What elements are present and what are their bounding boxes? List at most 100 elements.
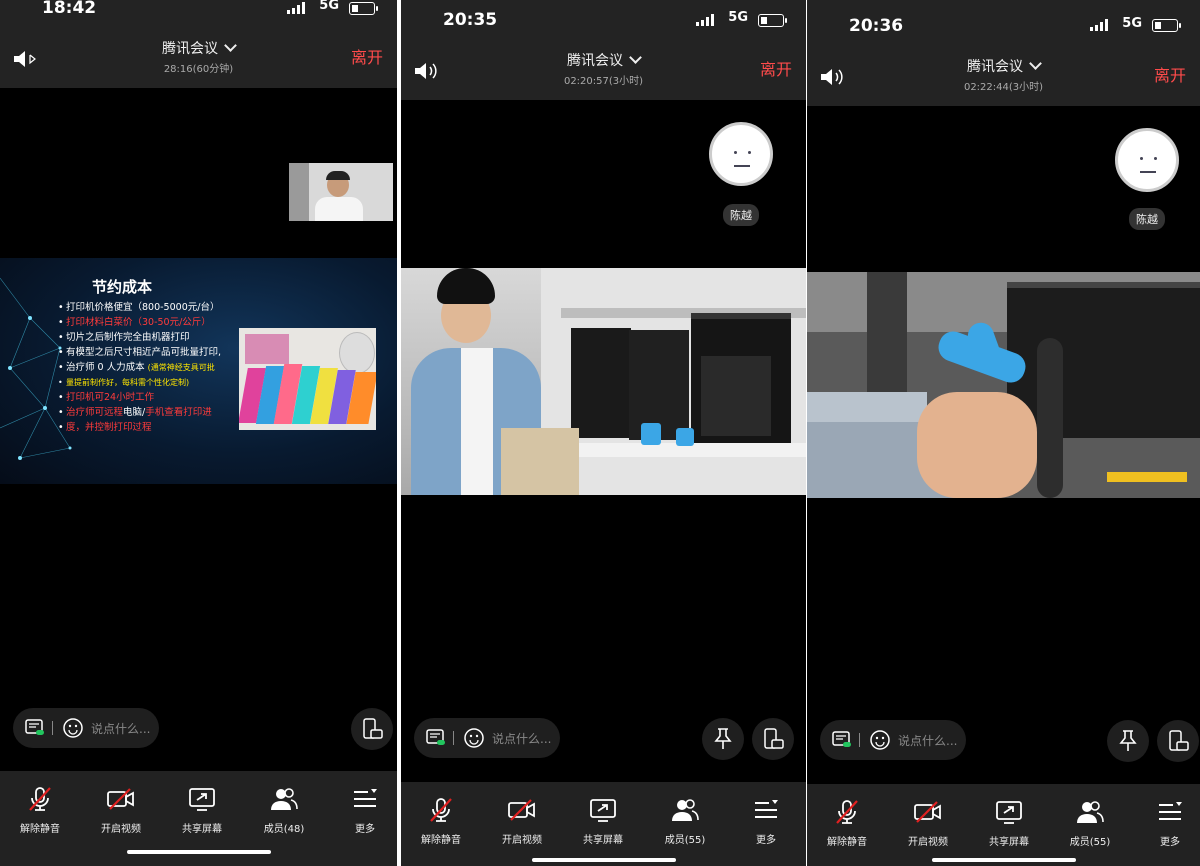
unmute-label: 解除静音 <box>421 835 461 846</box>
meeting-title[interactable]: 腾讯会议 <box>807 56 1200 76</box>
meeting-header: 腾讯会议 02:20:57(3小时) 离开 <box>401 44 806 100</box>
slide-bullet-continued: 度，并控制打印过程 <box>58 420 238 435</box>
more-icon <box>755 800 778 818</box>
danmaku-icon[interactable] <box>832 731 852 749</box>
home-indicator <box>126 850 271 854</box>
chevron-down-icon <box>1029 57 1042 70</box>
share-screen-button[interactable]: 共享屏幕 <box>167 771 237 836</box>
battery-icon <box>349 2 378 15</box>
slide-bullet-continued: 量提前制作好，每科需个性化定制) <box>58 375 238 390</box>
danmaku-icon[interactable] <box>25 719 45 737</box>
camera-off-icon <box>107 788 134 810</box>
chat-input-bar[interactable]: 说点什么... <box>13 708 159 748</box>
main-video-feed[interactable] <box>807 272 1200 498</box>
start-video-label: 开启视频 <box>908 837 948 848</box>
rotate-screen-icon <box>363 718 383 739</box>
emoji-icon[interactable] <box>463 727 485 749</box>
danmaku-icon[interactable] <box>426 729 446 747</box>
chat-input-bar[interactable]: 说点什么... <box>820 720 966 760</box>
unmute-button[interactable]: 解除静音 <box>812 784 882 849</box>
slide-title: 节约成本 <box>92 278 153 296</box>
clock: 20:35 <box>443 10 498 30</box>
phone-screen-1: 18:42 5G 腾讯会议 28:16(60分钟) 离开 廖鹏 节约成本 打印机… <box>0 0 397 866</box>
clock: 20:36 <box>849 16 904 36</box>
battery-icon <box>758 14 787 27</box>
chat-placeholder: 说点什么... <box>898 734 958 748</box>
slide-bullet: 打印机价格便宜（800-5000元/台） <box>58 300 238 315</box>
meeting-title[interactable]: 腾讯会议 <box>0 38 397 58</box>
unmute-button[interactable]: 解除静音 <box>406 782 476 847</box>
participant-avatar[interactable] <box>1115 128 1179 192</box>
more-label: 更多 <box>1160 837 1180 848</box>
unmute-label: 解除静音 <box>827 837 867 848</box>
meeting-duration: 02:20:57(3小时) <box>563 76 644 87</box>
more-button[interactable]: 更多 <box>330 771 397 836</box>
emoji-icon[interactable] <box>869 729 891 751</box>
participant-name-tag: 陈越 <box>723 204 759 226</box>
participant-avatar[interactable] <box>709 122 773 186</box>
camera-off-icon <box>508 799 535 821</box>
chat-placeholder: 说点什么... <box>492 732 552 746</box>
home-indicator <box>531 858 676 862</box>
bottom-toolbar: 解除静音 开启视频 共享屏幕 成员(55) 更多 <box>807 784 1200 866</box>
rotate-screen-button[interactable] <box>351 708 393 750</box>
members-icon <box>672 799 699 821</box>
meeting-header: 腾讯会议 02:22:44(3小时) 离开 <box>807 50 1200 106</box>
share-screen-button[interactable]: 共享屏幕 <box>974 784 1044 849</box>
home-indicator <box>931 858 1076 862</box>
signal-icon <box>1090 19 1112 31</box>
members-icon <box>1077 801 1104 823</box>
network-type: 5G <box>319 0 339 13</box>
more-label: 更多 <box>355 824 375 835</box>
bottom-toolbar: 解除静音 开启视频 共享屏幕 成员(48) 更多 <box>0 771 397 866</box>
bottom-toolbar: 解除静音 开启视频 共享屏幕 成员(55) 更多 <box>401 782 806 866</box>
members-label: 成员(55) <box>664 835 706 846</box>
camera-off-icon <box>914 801 941 823</box>
leave-button[interactable]: 离开 <box>1154 62 1186 86</box>
more-button[interactable]: 更多 <box>1135 784 1200 849</box>
start-video-button[interactable]: 开启视频 <box>487 782 557 847</box>
main-video-feed[interactable] <box>401 268 806 495</box>
members-icon <box>271 788 298 810</box>
slide-bullet: 打印机可24小时工作 <box>58 390 238 405</box>
pin-button[interactable] <box>702 718 744 760</box>
phone-screen-2: 20:35 5G 腾讯会议 02:20:57(3小时) 离开 陈越 说点什么..… <box>401 0 806 866</box>
meeting-title[interactable]: 腾讯会议 <box>401 50 806 70</box>
leave-button[interactable]: 离开 <box>351 44 383 68</box>
rotate-screen-icon <box>764 728 784 749</box>
rotate-screen-button[interactable] <box>1157 720 1199 762</box>
clock: 18:42 <box>42 0 97 18</box>
slide-bullet: 切片之后制作完全由机器打印 <box>58 330 238 345</box>
shared-slide: 节约成本 打印机价格便宜（800-5000元/台） 打印材料白菜价（30-50元… <box>0 258 397 484</box>
leave-button[interactable]: 离开 <box>760 56 792 80</box>
meeting-duration: 02:22:44(3小时) <box>963 82 1044 93</box>
more-icon <box>1159 802 1182 820</box>
slide-bullet: 打印材料白菜价（30-50元/公斤） <box>58 315 238 330</box>
members-label: 成员(48) <box>263 824 305 835</box>
members-button[interactable]: 成员(48) <box>249 771 319 836</box>
slide-bullet-continued: 治疗师 0 人力成本 (通常神经支具可批 <box>58 360 238 375</box>
members-button[interactable]: 成员(55) <box>1055 784 1125 849</box>
chat-placeholder: 说点什么... <box>91 722 151 736</box>
meeting-duration: 28:16(60分钟) <box>163 64 234 75</box>
participant-name-tag: 陈越 <box>1129 208 1165 230</box>
signal-icon <box>287 2 309 14</box>
network-type: 5G <box>1122 16 1142 31</box>
emoji-icon[interactable] <box>62 717 84 739</box>
more-button[interactable]: 更多 <box>731 782 801 847</box>
start-video-button[interactable]: 开启视频 <box>893 784 963 849</box>
status-bar: 18:42 5G <box>0 0 397 32</box>
members-button[interactable]: 成员(55) <box>650 782 720 847</box>
share-screen-button[interactable]: 共享屏幕 <box>568 782 638 847</box>
share-screen-label: 共享屏幕 <box>583 835 623 846</box>
pin-button[interactable] <box>1107 720 1149 762</box>
unmute-button[interactable]: 解除静音 <box>5 771 75 836</box>
more-label: 更多 <box>756 835 776 846</box>
start-video-button[interactable]: 开启视频 <box>86 771 156 836</box>
speaker-thumbnail-video[interactable] <box>289 163 393 221</box>
chat-input-bar[interactable]: 说点什么... <box>414 718 560 758</box>
more-icon <box>354 789 377 807</box>
rotate-screen-button[interactable] <box>752 718 794 760</box>
signal-icon <box>696 14 718 26</box>
phone-screen-3: 20:36 5G 腾讯会议 02:22:44(3小时) 离开 陈越 说点什么..… <box>807 0 1200 866</box>
